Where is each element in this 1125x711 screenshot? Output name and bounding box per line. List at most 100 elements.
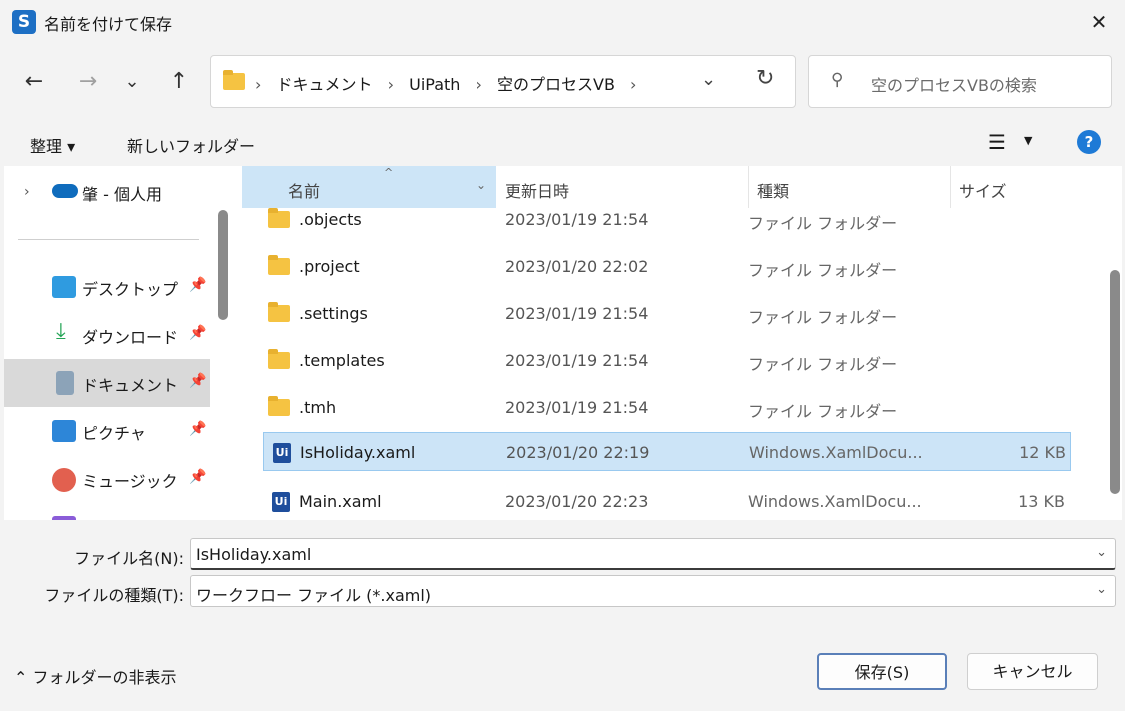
filename-value: IsHoliday.xaml: [196, 545, 312, 564]
help-icon[interactable]: ?: [1077, 130, 1101, 154]
pictures-icon: [52, 420, 76, 442]
file-row[interactable]: .objects 2023/01/19 21:54 ファイル フォルダー: [263, 200, 1071, 239]
sidebar-item-pictures[interactable]: ピクチャ 📌: [4, 407, 210, 455]
hide-folders-button[interactable]: ⌃ フォルダーの非表示: [14, 664, 177, 688]
pin-icon[interactable]: 📌: [189, 277, 206, 293]
close-button[interactable]: ✕: [1073, 0, 1125, 44]
address-dropdown-icon[interactable]: ⌄: [701, 69, 716, 90]
file-size: 13 KB: [1018, 492, 1065, 511]
search-input[interactable]: ⚲ 空のプロセスVBの検索: [808, 55, 1112, 108]
expand-chevron-icon[interactable]: ›: [24, 184, 30, 200]
sort-ascending-icon: ^: [384, 166, 394, 179]
file-name: .objects: [299, 210, 362, 229]
view-options-caret-icon[interactable]: ▼: [1024, 134, 1032, 147]
pin-icon[interactable]: 📌: [189, 469, 206, 485]
breadcrumb: › ドキュメント › UiPath › 空のプロセスVB ›: [255, 71, 646, 95]
filetype-select[interactable]: ワークフロー ファイル (*.xaml) ⌄: [190, 575, 1116, 607]
file-name: .tmh: [299, 398, 337, 417]
sidebar-item-label: ドキュメント: [82, 376, 179, 395]
filename-input[interactable]: IsHoliday.xaml ⌄: [190, 538, 1116, 570]
recent-locations-chevron-icon[interactable]: ⌄: [114, 64, 150, 100]
view-options-icon[interactable]: ☰: [988, 130, 1006, 154]
pin-icon[interactable]: 📌: [189, 325, 206, 341]
file-date: 2023/01/19 21:54: [505, 304, 649, 323]
navigation-pane: › 肇 - 個人用 デスクトップ 📌 ⤓ ダウンロード 📌 ドキュメント 📌 ピ…: [4, 166, 238, 520]
sidebar-item-label: ダウンロード: [82, 328, 179, 347]
cancel-button[interactable]: キャンセル: [967, 653, 1098, 690]
file-row[interactable]: .settings 2023/01/19 21:54 ファイル フォルダー: [263, 294, 1071, 333]
file-name: .templates: [299, 351, 385, 370]
music-icon: [52, 468, 76, 492]
pin-icon[interactable]: 📌: [189, 373, 206, 389]
search-icon: ⚲: [831, 70, 844, 90]
navigation-bar: ← → ⌄ ↑ › ドキュメント › UiPath › 空のプロセスVB › ⌄…: [0, 44, 1125, 120]
title-bar: S 名前を付けて保存 ✕: [0, 0, 1125, 44]
sidebar-item-partial[interactable]: [4, 503, 210, 520]
refresh-icon[interactable]: ↻: [756, 66, 774, 91]
file-type: ファイル フォルダー: [748, 261, 898, 280]
chevron-down-icon[interactable]: ⌄: [1096, 545, 1107, 560]
breadcrumb-separator[interactable]: ›: [476, 75, 482, 94]
sidebar-item-downloads[interactable]: ⤓ ダウンロード 📌: [4, 311, 210, 359]
file-type: ファイル フォルダー: [748, 308, 898, 327]
file-list-scrollbar[interactable]: [1110, 270, 1120, 494]
folder-icon: [268, 349, 290, 369]
breadcrumb-empty-process-vb[interactable]: 空のプロセスVB: [497, 75, 615, 94]
filename-label: ファイル名(N):: [74, 549, 184, 568]
pin-icon[interactable]: 📌: [189, 421, 206, 437]
file-row-selected[interactable]: Ui IsHoliday.xaml 2023/01/20 22:19 Windo…: [263, 432, 1071, 471]
filetype-label: ファイルの種類(T):: [44, 586, 184, 605]
up-arrow-icon[interactable]: ↑: [161, 64, 197, 100]
file-name: Main.xaml: [299, 492, 382, 511]
organize-button[interactable]: 整理 ▾: [30, 133, 75, 157]
file-row[interactable]: Ui Main.xaml 2023/01/20 22:23 Windows.Xa…: [263, 482, 1071, 520]
xaml-file-icon: Ui: [272, 492, 290, 512]
search-placeholder: 空のプロセスVBの検索: [871, 76, 1037, 95]
back-arrow-icon[interactable]: ←: [16, 64, 52, 100]
sidebar-item-label: 肇 - 個人用: [82, 185, 162, 204]
file-date: 2023/01/19 21:54: [505, 351, 649, 370]
desktop-icon: [52, 276, 76, 298]
filetype-value: ワークフロー ファイル (*.xaml): [196, 586, 432, 605]
command-toolbar: 整理 ▾ 新しいフォルダー ☰ ▼ ?: [0, 120, 1125, 166]
sidebar-divider: [18, 239, 199, 240]
new-folder-button[interactable]: 新しいフォルダー: [127, 133, 255, 157]
file-name: .settings: [299, 304, 368, 323]
sidebar-item-documents[interactable]: ドキュメント 📌: [4, 359, 210, 407]
file-row[interactable]: .project 2023/01/20 22:02 ファイル フォルダー: [263, 247, 1071, 286]
sidebar-item-desktop[interactable]: デスクトップ 📌: [4, 263, 210, 311]
xaml-file-icon: Ui: [273, 443, 291, 463]
column-header-label: 更新日時: [505, 182, 570, 201]
column-header-label: 名前: [288, 182, 321, 201]
column-header-label: サイズ: [959, 182, 1007, 201]
document-icon: [56, 371, 74, 395]
breadcrumb-separator[interactable]: ›: [388, 75, 394, 94]
sidebar-item-label: ピクチャ: [82, 424, 146, 443]
content-area: › 肇 - 個人用 デスクトップ 📌 ⤓ ダウンロード 📌 ドキュメント 📌 ピ…: [4, 166, 1122, 520]
file-type: ファイル フォルダー: [748, 214, 898, 233]
sidebar-item-music[interactable]: ミュージック 📌: [4, 455, 210, 503]
column-filter-chevron-icon[interactable]: ⌄: [476, 178, 486, 192]
sidebar-item-onedrive[interactable]: › 肇 - 個人用: [4, 168, 210, 216]
file-row[interactable]: .templates 2023/01/19 21:54 ファイル フォルダー: [263, 341, 1071, 380]
file-list: ^ 名前 ⌄ 更新日時 種類 サイズ .objects 2023/01/19 2…: [242, 166, 1122, 520]
download-icon: ⤓: [56, 319, 66, 344]
forward-arrow-icon[interactable]: →: [70, 64, 106, 100]
file-size: 12 KB: [1019, 443, 1066, 462]
file-date: 2023/01/19 21:54: [505, 398, 649, 417]
breadcrumb-uipath[interactable]: UiPath: [409, 75, 460, 94]
breadcrumb-documents[interactable]: ドキュメント: [277, 75, 373, 94]
chevron-down-icon[interactable]: ⌄: [1096, 582, 1107, 597]
breadcrumb-separator[interactable]: ›: [630, 75, 636, 94]
file-type: ファイル フォルダー: [748, 355, 898, 374]
folder-icon: [268, 208, 290, 228]
sidebar-scrollbar[interactable]: [218, 210, 228, 320]
file-row[interactable]: .tmh 2023/01/19 21:54 ファイル フォルダー: [263, 388, 1071, 427]
file-name: IsHoliday.xaml: [300, 443, 416, 462]
sidebar-item-label: デスクトップ: [82, 280, 179, 299]
column-header-label: 種類: [757, 182, 790, 201]
save-button[interactable]: 保存(S): [817, 653, 947, 690]
address-bar[interactable]: › ドキュメント › UiPath › 空のプロセスVB › ⌄ ↻: [210, 55, 796, 108]
breadcrumb-separator[interactable]: ›: [255, 75, 261, 94]
file-type: Windows.XamlDocu...: [748, 492, 922, 511]
